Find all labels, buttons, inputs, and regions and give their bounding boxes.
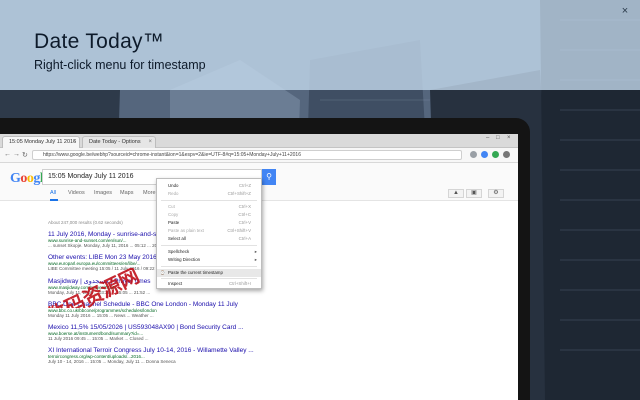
- menu-item-shortcut: Ctrl+V: [238, 220, 251, 225]
- account-icon[interactable]: ▲: [448, 189, 464, 198]
- result-item: Mexico 11,5% 15/05/2026 | US593048AX90 |…: [48, 324, 378, 341]
- menu-item-label: Paste the current timestamp: [168, 270, 223, 275]
- clock-icon: ⌚: [160, 270, 165, 275]
- menu-item-redo[interactable]: Redo Ctrl+Shift+Z: [157, 190, 261, 198]
- reload-icon[interactable]: ↻: [22, 151, 28, 159]
- result-item: XI International Terroir Congress July 1…: [48, 347, 378, 364]
- browser-toolbar: ← → ↻ https://www.google.be/webhp?source…: [0, 148, 518, 163]
- search-icon[interactable]: ⚲: [262, 169, 276, 185]
- tab-strip: 15:05 Monday July 11 2016 × Date Today -…: [0, 134, 518, 148]
- banner-subtitle: Right-click menu for timestamp: [34, 58, 206, 72]
- menu-item-paste-timestamp[interactable]: ⌚ Paste the current timestamp: [157, 269, 261, 277]
- menu-item-shortcut: Ctrl+C: [238, 212, 251, 217]
- menu-separator: [161, 200, 257, 201]
- svg-text:数码资源网: 数码资源网: [43, 268, 143, 308]
- menu-item-label: Paste: [168, 220, 180, 225]
- watermark-stamp: 数码资源网: [43, 268, 143, 308]
- forward-icon[interactable]: →: [13, 151, 20, 158]
- minimize-icon[interactable]: –: [486, 135, 489, 141]
- browser-window: 15:05 Monday July 11 2016 × Date Today -…: [0, 134, 518, 400]
- tab-videos[interactable]: Videos: [68, 190, 85, 196]
- menu-item-label: Inspect: [168, 281, 183, 286]
- result-title[interactable]: XI International Terroir Congress July 1…: [48, 347, 378, 354]
- close-tab-icon[interactable]: ×: [148, 137, 152, 148]
- menu-item-paste[interactable]: Paste Ctrl+V: [157, 219, 261, 227]
- tab-label: Date Today - Options: [89, 139, 141, 145]
- menu-item-label: Undo: [168, 183, 179, 188]
- header-banner: Date Today™ Right-click menu for timesta…: [0, 0, 640, 90]
- menu-item-writing-direction[interactable]: Writing Direction ▸: [157, 256, 261, 264]
- menu-item-shortcut: Ctrl+Z: [238, 183, 251, 188]
- window-close-icon[interactable]: ×: [507, 135, 511, 141]
- menu-item-label: Cut: [168, 204, 175, 209]
- menu-item-shortcut: Ctrl+Shift+I: [229, 281, 251, 286]
- banner-title: Date Today™: [34, 30, 165, 53]
- menu-separator: [161, 278, 257, 279]
- context-menu: Undo Ctrl+Z Redo Ctrl+Shift+Z Cut Ctrl+X…: [156, 178, 262, 289]
- menu-item-shortcut: Ctrl+X: [238, 204, 251, 209]
- extension-icon[interactable]: [492, 151, 499, 158]
- result-title[interactable]: Mexico 11,5% 15/05/2026 | US593048AX90 |…: [48, 324, 378, 331]
- menu-item-label: Select all: [168, 236, 186, 241]
- close-icon[interactable]: ×: [618, 4, 632, 18]
- browser-tab-search[interactable]: 15:05 Monday July 11 2016 ×: [2, 136, 80, 148]
- menu-separator: [161, 266, 257, 267]
- browser-tab-options[interactable]: Date Today - Options ×: [82, 136, 156, 148]
- result-snippet: Monday 11 July 2016 ... 15:05 ... News .…: [48, 313, 154, 318]
- menu-icon[interactable]: [503, 151, 510, 158]
- menu-item-label: Writing Direction: [168, 257, 201, 262]
- back-icon[interactable]: ←: [4, 151, 11, 158]
- menu-item-label: Copy: [168, 212, 179, 217]
- safesearch-icon[interactable]: ▣: [466, 189, 482, 198]
- menu-item-paste-plain[interactable]: Paste as plain text Ctrl+Shift+V: [157, 227, 261, 235]
- menu-item-cut[interactable]: Cut Ctrl+X: [157, 203, 261, 211]
- tab-more[interactable]: More: [143, 190, 156, 196]
- submenu-arrow-icon: ▸: [254, 257, 257, 262]
- address-url: https://www.google.be/webhp?sourceid=chr…: [43, 152, 301, 158]
- menu-item-undo[interactable]: Undo Ctrl+Z: [157, 182, 261, 190]
- settings-gear-icon[interactable]: ⚙: [488, 189, 504, 198]
- tab-maps[interactable]: Maps: [120, 190, 133, 196]
- result-snippet: July 10 - 14, 2016 ... 15:05 ... Monday,…: [48, 359, 176, 364]
- menu-item-label: Paste as plain text: [168, 228, 204, 233]
- menu-item-select-all[interactable]: Select all Ctrl+A: [157, 235, 261, 243]
- result-snippet: 11 July 2016 09:45 ... 15:05 ... Market …: [48, 336, 149, 341]
- tab-all[interactable]: All: [50, 190, 56, 196]
- star-icon[interactable]: [470, 151, 477, 158]
- submenu-arrow-icon: ▸: [254, 249, 257, 254]
- extension-icon[interactable]: [481, 151, 488, 158]
- maximize-icon[interactable]: □: [496, 135, 500, 141]
- active-tab-indicator: [50, 199, 58, 201]
- menu-separator: [161, 245, 257, 246]
- menu-item-shortcut: Ctrl+Shift+Z: [227, 191, 251, 196]
- address-bar[interactable]: https://www.google.be/webhp?sourceid=chr…: [32, 150, 462, 160]
- menu-item-copy[interactable]: Copy Ctrl+C: [157, 211, 261, 219]
- tab-label: 15:05 Monday July 11 2016: [9, 139, 77, 145]
- close-tab-icon[interactable]: ×: [72, 137, 76, 148]
- menu-item-shortcut: Ctrl+Shift+V: [227, 228, 251, 233]
- menu-item-label: Redo: [168, 191, 179, 196]
- menu-item-label: Spellcheck: [168, 249, 190, 254]
- tab-images[interactable]: Images: [94, 190, 112, 196]
- laptop-frame: 15:05 Monday July 11 2016 × Date Today -…: [0, 118, 530, 400]
- menu-item-spellcheck[interactable]: Spellcheck ▸: [157, 248, 261, 256]
- menu-item-inspect[interactable]: Inspect Ctrl+Shift+I: [157, 280, 261, 288]
- menu-item-shortcut: Ctrl+A: [238, 236, 251, 241]
